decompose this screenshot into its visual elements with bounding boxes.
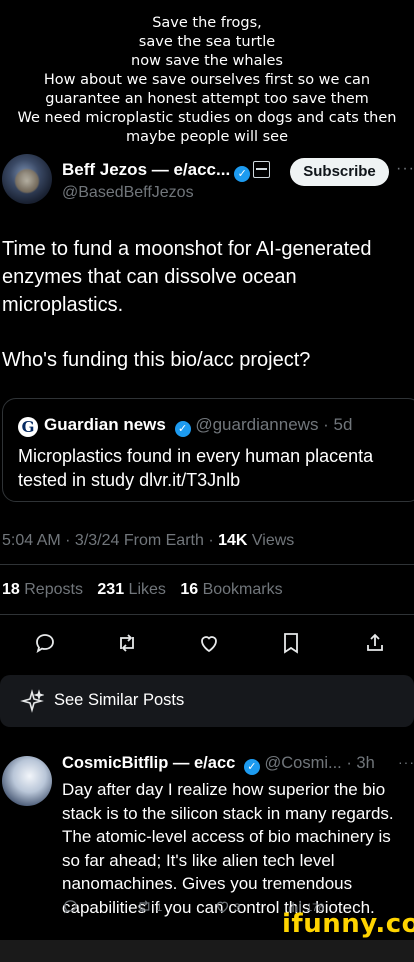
- share-icon[interactable]: [360, 628, 390, 658]
- caption-line: now save the whales: [131, 53, 283, 69]
- affiliate-badge-icon: [253, 161, 271, 178]
- verified-badge-icon: ✓: [174, 421, 191, 437]
- views-label: Views: [247, 532, 295, 549]
- reply-author-avatar[interactable]: [2, 756, 52, 806]
- caption-line: maybe people will see: [125, 129, 289, 145]
- bookmarks-stat[interactable]: 16 Bookmarks: [180, 581, 282, 598]
- ifunny-watermark: ifunny.co: [282, 909, 414, 939]
- like-icon: [216, 901, 229, 913]
- quoted-author-name: Guardian news: [44, 415, 166, 434]
- post-meta: 5:04 AM · 3/3/24 From Earth · 14K Views: [2, 532, 294, 550]
- reply-repost-count: 1: [156, 902, 163, 914]
- repost-icon[interactable]: [112, 628, 142, 658]
- bookmark-icon[interactable]: [276, 628, 306, 658]
- quoted-post-text: Microplastics found in every human place…: [18, 446, 374, 490]
- caption-line: guarantee an honest attempt too save the…: [45, 91, 369, 107]
- reply-repost-button[interactable]: 1: [136, 898, 162, 918]
- see-similar-label: See Similar Posts: [54, 691, 185, 709]
- caption-line: How about we save ourselves first so we …: [43, 72, 371, 88]
- caption-line: save the sea turtle: [138, 34, 276, 50]
- likes-stat[interactable]: 231 Likes: [97, 581, 166, 598]
- reply-reply-icon[interactable]: [62, 898, 79, 918]
- divider: [0, 614, 414, 615]
- author-avatar[interactable]: [2, 154, 52, 204]
- reply-handle-time[interactable]: @Cosmi... · 3h: [265, 754, 375, 772]
- post-text: Time to fund a moonshot for AI-generated…: [2, 235, 407, 374]
- reply-header: CosmicBitflip — e/acc ✓ @Cosmi... · 3h: [62, 754, 375, 775]
- reply-author-name[interactable]: CosmicBitflip — e/acc: [62, 754, 235, 772]
- engagement-stats: 18 Reposts 231 Likes 16 Bookmarks: [2, 581, 293, 599]
- post-paragraph: Time to fund a moonshot for AI-generated…: [2, 238, 372, 316]
- meme-caption: Save the frogs, save the sea turtle now …: [0, 14, 414, 147]
- quoted-handle-time: @guardiannews · 5d: [195, 415, 353, 434]
- like-icon[interactable]: [194, 628, 224, 658]
- post-timestamp: 5:04 AM · 3/3/24 From Earth ·: [2, 532, 219, 549]
- author-handle[interactable]: @BasedBeffJezos: [62, 184, 194, 202]
- reply-icon[interactable]: [30, 628, 60, 658]
- post-paragraph: Who's funding this bio/acc project?: [2, 349, 311, 371]
- quoted-post-header: G Guardian news ✓ @guardiannews · 5d: [18, 415, 352, 437]
- divider: [0, 564, 414, 565]
- reply-like-count: 3: [234, 902, 241, 914]
- author-name-row[interactable]: Beff Jezos — e/acc... ✓: [62, 160, 271, 182]
- reposts-stat[interactable]: 18 Reposts: [2, 581, 83, 598]
- watermark-bar: [0, 940, 414, 962]
- guardian-logo-icon: G: [18, 417, 38, 437]
- subscribe-button[interactable]: Subscribe: [290, 158, 389, 186]
- author-name[interactable]: Beff Jezos — e/acc...: [62, 160, 230, 179]
- see-similar-posts-button[interactable]: See Similar Posts: [0, 675, 414, 727]
- more-options-icon[interactable]: ···: [398, 754, 414, 770]
- verified-badge-icon: ✓: [234, 166, 251, 182]
- verified-badge-icon: ✓: [243, 759, 260, 775]
- views-count: 14K: [218, 532, 248, 549]
- post-author-header: Beff Jezos — e/acc... ✓ @BasedBeffJezos S…: [0, 154, 414, 210]
- sparkle-icon: [20, 689, 44, 713]
- quoted-post-card[interactable]: G Guardian news ✓ @guardiannews · 5d Micr…: [2, 398, 414, 502]
- reply-like-button[interactable]: 3: [214, 898, 240, 918]
- repost-icon: [139, 900, 150, 913]
- caption-line: Save the frogs,: [152, 15, 262, 31]
- more-options-icon[interactable]: ···: [396, 160, 414, 178]
- caption-line: We need microplastic studies on dogs and…: [17, 110, 397, 126]
- post-action-bar: [0, 628, 414, 658]
